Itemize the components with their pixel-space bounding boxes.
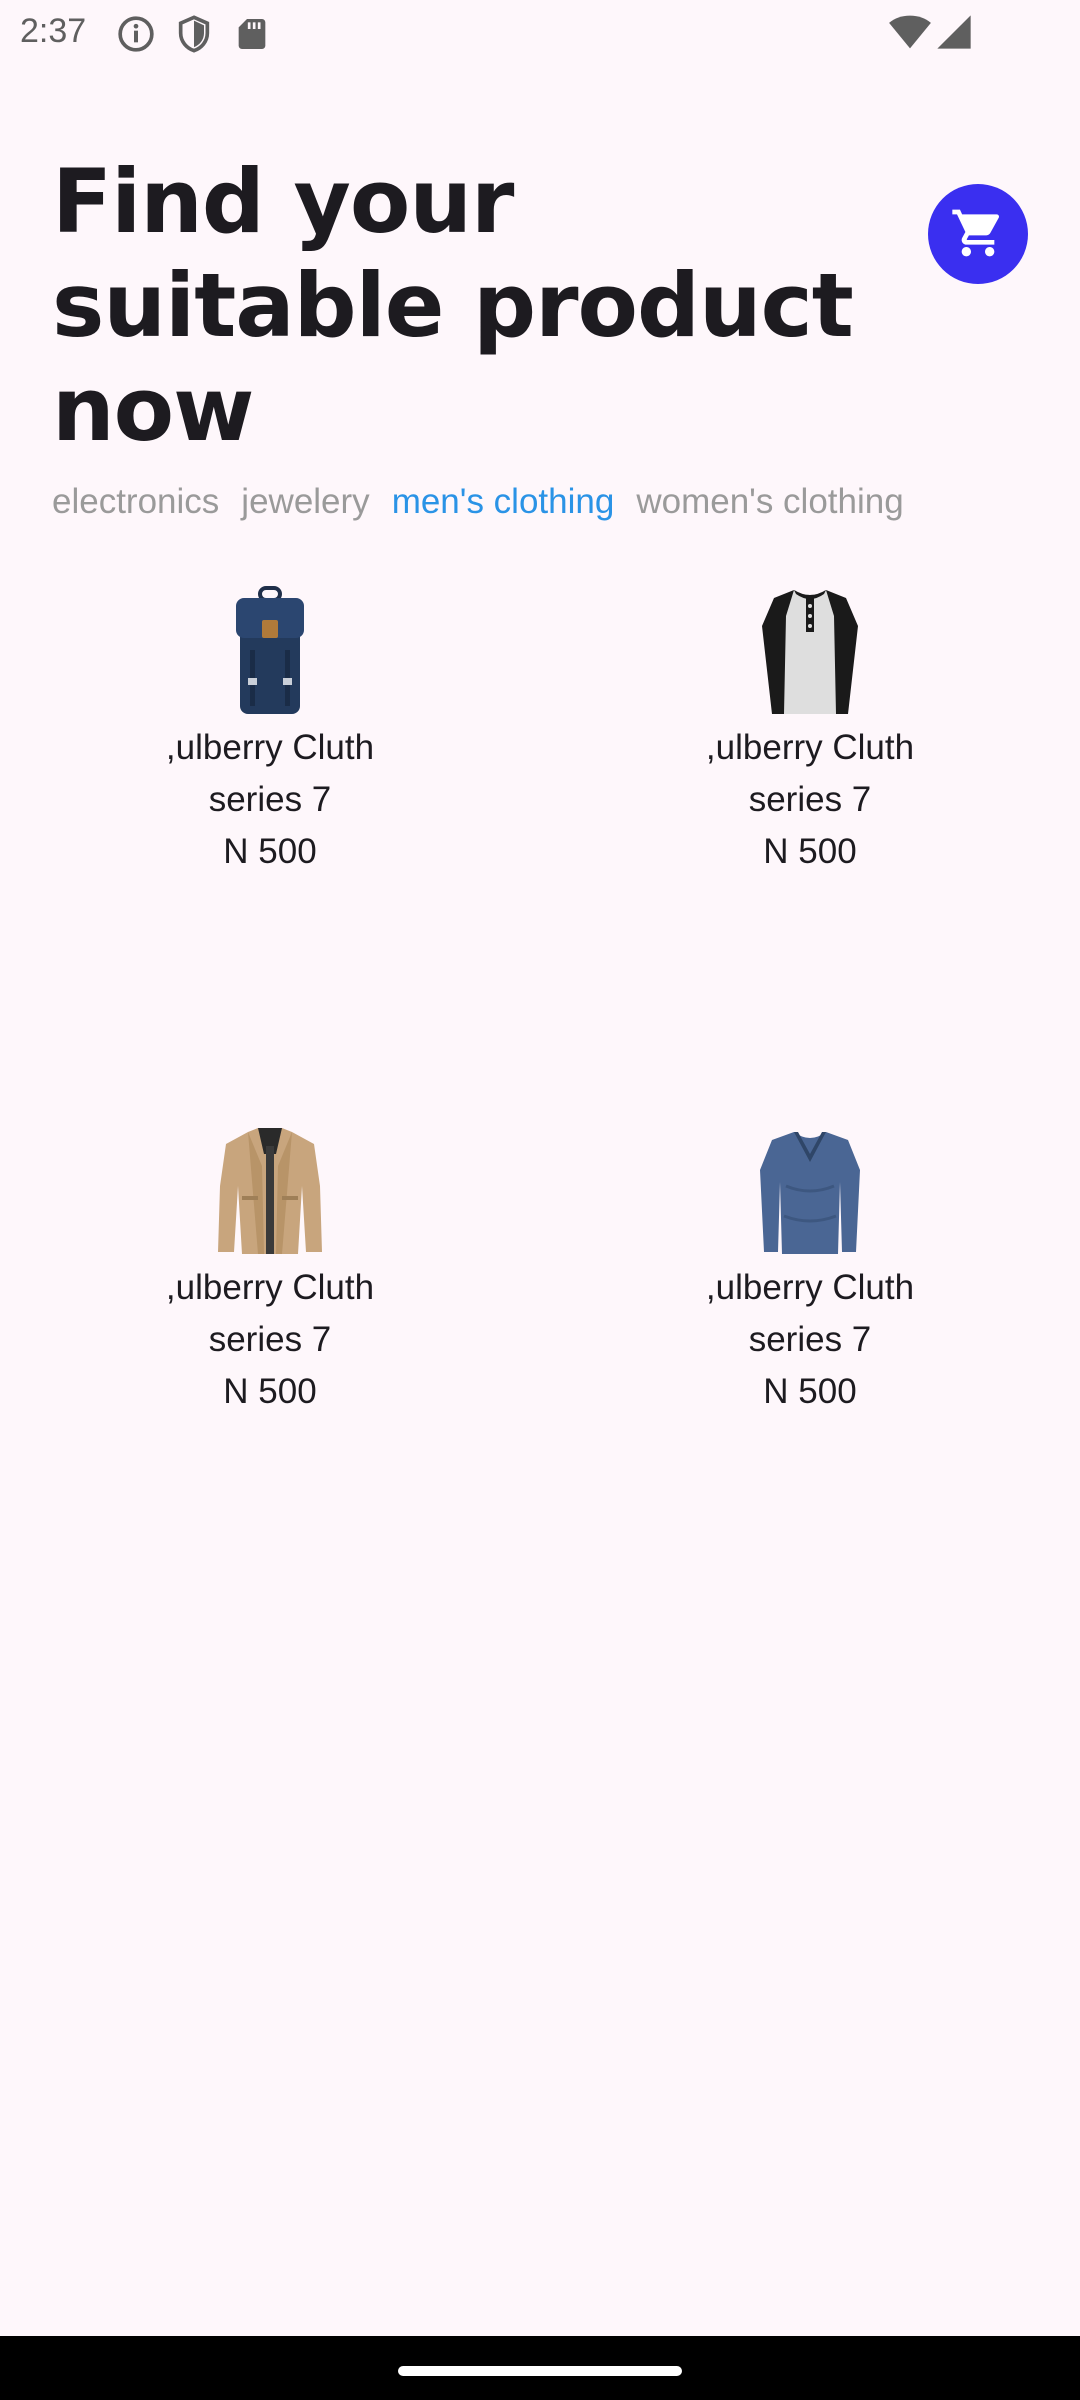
page-title: Find your suitable product now <box>52 150 854 461</box>
cart-button[interactable] <box>928 184 1028 284</box>
status-bar: 2:37 <box>0 0 1080 62</box>
product-card[interactable]: ,ulberry Cluth series 7 N 500 <box>540 1126 1080 1418</box>
status-time: 2:37 <box>20 12 87 50</box>
sd-card-icon <box>232 14 272 59</box>
product-card[interactable]: ,ulberry Cluth series 7 N 500 <box>0 586 540 878</box>
backpack-image <box>202 586 338 716</box>
product-name: ,ulberry Cluth series 7 <box>705 728 915 819</box>
category-tabs: electronics jewelery men's clothing wome… <box>52 482 1062 522</box>
product-name: ,ulberry Cluth series 7 <box>165 1268 375 1359</box>
tab-jewelery[interactable]: jewelery <box>241 482 369 522</box>
henley-shirt-image <box>742 586 878 716</box>
info-icon <box>116 14 156 59</box>
tab-womens-clothing[interactable]: women's clothing <box>636 482 903 522</box>
home-indicator[interactable] <box>398 2366 682 2376</box>
cell-signal-icon <box>934 12 974 57</box>
product-card[interactable]: ,ulberry Cluth series 7 N 500 <box>540 586 1080 878</box>
long-sleeve-shirt-image <box>742 1126 878 1256</box>
product-name: ,ulberry Cluth series 7 <box>165 728 375 819</box>
tab-mens-clothing[interactable]: men's clothing <box>392 482 615 522</box>
product-price: N 500 <box>223 1372 317 1411</box>
product-price: N 500 <box>763 832 857 871</box>
screen: 2:37 Find your suitable product now elec… <box>0 0 1080 2400</box>
jacket-image <box>202 1126 338 1256</box>
product-price: N 500 <box>763 1372 857 1411</box>
product-price: N 500 <box>223 832 317 871</box>
shield-icon <box>174 14 214 59</box>
wifi-icon <box>888 12 932 57</box>
cart-icon <box>950 205 1006 264</box>
product-name: ,ulberry Cluth series 7 <box>705 1268 915 1359</box>
product-card[interactable]: ,ulberry Cluth series 7 N 500 <box>0 1126 540 1418</box>
tab-electronics[interactable]: electronics <box>52 482 219 522</box>
navigation-bar <box>0 2336 1080 2400</box>
